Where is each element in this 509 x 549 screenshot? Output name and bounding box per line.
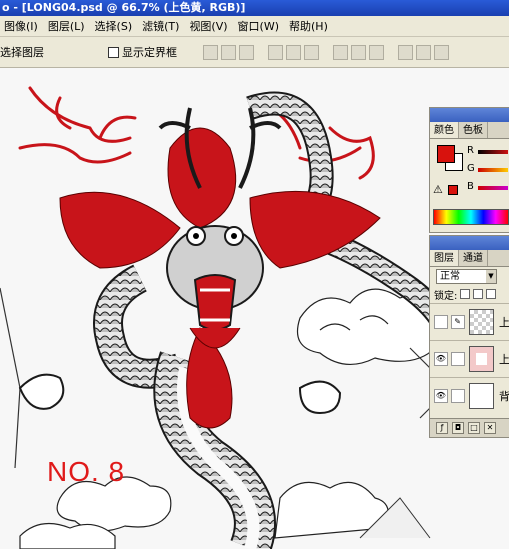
channel-b-slider[interactable] — [478, 186, 508, 190]
menu-layer[interactable]: 图层(L) — [44, 18, 91, 34]
layer-name[interactable]: 上 — [499, 351, 509, 367]
lock-label: 锁定: — [434, 290, 458, 302]
chevron-down-icon: ▼ — [486, 269, 496, 283]
align-hcenter-icon[interactable] — [286, 44, 301, 60]
menu-image[interactable]: 图像(I) — [0, 18, 44, 34]
tab-channels[interactable]: 通道 — [459, 250, 488, 266]
options-bar: 选择图层 显示定界框 — [0, 37, 509, 68]
color-palette: 颜色 色板 R G B ⚠ — [429, 107, 509, 233]
menu-view[interactable]: 视图(V) — [185, 18, 233, 34]
tab-layers[interactable]: 图层 — [430, 250, 459, 266]
layer-row[interactable]: 👁 背 — [430, 377, 509, 414]
link-toggle[interactable] — [450, 389, 465, 403]
channel-g-label: G — [467, 163, 475, 174]
visibility-toggle[interactable] — [434, 315, 448, 329]
distribute-vcenter-icon[interactable] — [351, 44, 366, 60]
lock-transparency-checkbox[interactable] — [460, 289, 471, 299]
channel-r-label: R — [467, 145, 474, 156]
tab-swatches[interactable]: 色板 — [459, 122, 488, 138]
layer-thumbnail — [468, 346, 494, 372]
show-bounds-label: 显示定界框 — [122, 46, 177, 59]
layer-style-icon[interactable]: ƒ — [436, 422, 448, 434]
distribute-right-icon[interactable] — [434, 44, 449, 60]
lock-position-checkbox[interactable] — [486, 289, 497, 299]
title-bar: o - [LONG04.psd @ 66.7% (上色黄, RGB)] — [0, 0, 509, 16]
menu-bar: 图像(I) 图层(L) 选择(S) 滤镜(T) 视图(V) 窗口(W) 帮助(H… — [0, 16, 509, 37]
align-right-icon[interactable] — [304, 44, 319, 60]
lock-pixels-checkbox[interactable] — [473, 289, 484, 299]
align-vcenter-icon[interactable] — [221, 44, 236, 60]
menu-filter[interactable]: 滤镜(T) — [138, 18, 185, 34]
auto-select-label[interactable]: 选择图层 — [0, 44, 44, 60]
menu-help[interactable]: 帮助(H) — [285, 18, 334, 34]
trash-icon[interactable]: ✕ — [484, 422, 496, 434]
layers-palette-tabs: 图层 通道 — [430, 250, 509, 267]
mask-icon[interactable]: ◘ — [452, 422, 464, 434]
align-top-icon[interactable] — [203, 44, 218, 60]
foreground-color-swatch[interactable] — [437, 145, 455, 163]
watermark-text: NO. 8 — [47, 456, 126, 487]
layers-palette-header[interactable] — [430, 236, 509, 250]
distribute-bottom-icon[interactable] — [369, 44, 384, 60]
layer-name[interactable]: 背 — [499, 388, 509, 404]
color-palette-header[interactable] — [430, 108, 509, 122]
distribute-top-icon[interactable] — [333, 44, 348, 60]
color-palette-body: R G B ⚠ — [430, 139, 509, 229]
layer-row[interactable]: ✎ 上 — [430, 303, 509, 340]
color-palette-tabs: 颜色 色板 — [430, 122, 509, 139]
layer-row[interactable]: 👁 上 — [430, 340, 509, 377]
layers-palette: 图层 通道 正常 ▼ 锁定: ✎ 上 👁 上 👁 背 ƒ ◘ □ ✕ — [429, 235, 509, 438]
menu-select[interactable]: 选择(S) — [91, 18, 139, 34]
align-buttons — [203, 44, 449, 60]
tab-color[interactable]: 颜色 — [430, 122, 459, 138]
link-toggle[interactable] — [450, 352, 465, 366]
gamut-warning-icon[interactable]: ⚠ — [433, 183, 443, 196]
align-bottom-icon[interactable] — [239, 44, 254, 60]
channel-b-label: B — [467, 181, 474, 192]
eye-icon[interactable]: 👁 — [434, 389, 448, 403]
blend-mode-row: 正常 ▼ — [430, 267, 509, 285]
show-bounds-checkbox[interactable] — [108, 46, 119, 58]
distribute-hcenter-icon[interactable] — [416, 44, 431, 60]
layers-footer: ƒ ◘ □ ✕ — [430, 418, 509, 437]
gamut-color-swatch[interactable] — [448, 185, 458, 195]
brush-icon: ✎ — [450, 315, 465, 329]
blend-mode-value: 正常 — [440, 270, 460, 282]
layer-thumbnail — [468, 383, 494, 409]
window-title: o - [LONG04.psd @ 66.7% (上色黄, RGB)] — [2, 1, 246, 14]
distribute-left-icon[interactable] — [398, 44, 413, 60]
align-left-icon[interactable] — [268, 44, 283, 60]
layer-thumbnail — [468, 309, 494, 335]
layer-name[interactable]: 上 — [499, 314, 509, 330]
new-layer-icon[interactable]: □ — [468, 422, 480, 434]
menu-window[interactable]: 窗口(W) — [234, 18, 285, 34]
blend-mode-select[interactable]: 正常 ▼ — [436, 268, 497, 284]
lock-row: 锁定: — [430, 285, 509, 303]
channel-g-slider[interactable] — [478, 168, 508, 172]
channel-r-slider[interactable] — [478, 150, 508, 154]
color-spectrum-bar[interactable] — [433, 209, 509, 225]
eye-icon[interactable]: 👁 — [434, 352, 448, 366]
